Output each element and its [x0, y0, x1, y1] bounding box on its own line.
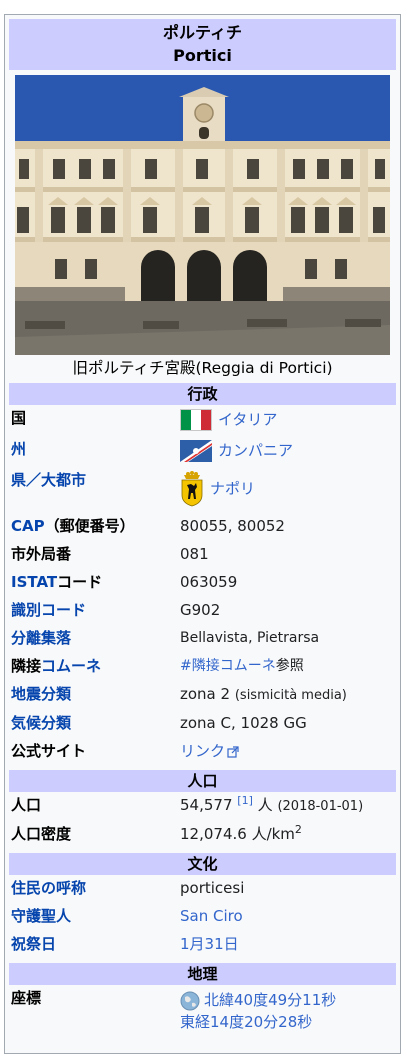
patron-label-link[interactable]: 守護聖人: [11, 907, 71, 925]
region-link[interactable]: カンパニア: [218, 442, 293, 460]
climate-value: zona C, 1028 GG: [180, 714, 307, 732]
section-header-population: 人口: [9, 770, 396, 792]
row-feast-day: 祝祭日 1月31日: [9, 931, 396, 959]
reggia-di-portici-photo[interactable]: [15, 75, 390, 355]
coordinates-latitude-link[interactable]: 北緯40度49分11秒: [204, 991, 336, 1009]
istat-value: 063059: [180, 573, 238, 591]
coordinates-label: 座標: [11, 989, 42, 1007]
row-country: 国 イタリア: [9, 405, 396, 436]
row-website: 公式サイト リンク: [9, 738, 396, 766]
external-link-icon: [227, 745, 239, 758]
globe-icon[interactable]: [180, 991, 200, 1011]
row-cap: CAP（郵便番号） 80055, 80052: [9, 513, 396, 541]
id-code-label-link[interactable]: 識別コード: [11, 601, 86, 619]
density-value: 12,074.6 人/km: [180, 825, 295, 843]
cap-label-link[interactable]: CAP: [11, 517, 45, 535]
row-phone-code: 市外局番 081: [9, 541, 396, 569]
istat-label-rest: コード: [57, 573, 103, 591]
istat-label-link[interactable]: ISTAT: [11, 573, 57, 591]
title-japanese: ポルティチ: [162, 23, 243, 42]
section-header-admin: 行政: [9, 383, 396, 405]
row-density: 人口密度 12,074.6 人/km2: [9, 821, 396, 849]
feast-day-link[interactable]: 1月31日: [180, 935, 239, 953]
coordinates-longitude-link[interactable]: 東経14度20分28秒: [180, 1013, 312, 1031]
row-climate: 気候分類 zona C, 1028 GG: [9, 710, 396, 738]
feast-day-label-link[interactable]: 祝祭日: [11, 935, 56, 953]
website-link[interactable]: リンク: [180, 742, 225, 760]
row-adjacent: 隣接コムーネ #隣接コムーネ参照: [9, 653, 396, 681]
adjacent-label-link[interactable]: コムーネ: [41, 657, 101, 675]
demonym-label-link[interactable]: 住民の呼称: [11, 879, 86, 897]
population-value: 54,577: [180, 796, 233, 814]
row-id-code: 識別コード G902: [9, 597, 396, 625]
adjacent-anchor-link[interactable]: #隣接コムーネ: [180, 658, 276, 674]
density-exponent: 2: [294, 823, 302, 836]
seismic-label-link[interactable]: 地震分類: [11, 685, 71, 703]
row-frazioni: 分離集落 Bellavista, Pietrarsa: [9, 625, 396, 653]
population-label: 人口: [11, 796, 42, 814]
italy-flag-icon[interactable]: [180, 409, 212, 431]
region-label-link[interactable]: 州: [11, 440, 26, 458]
population-date: (2018-01-01): [277, 799, 364, 814]
country-label: 国: [11, 409, 27, 427]
phone-code-value: 081: [180, 545, 209, 563]
cap-label-rest: （郵便番号）: [44, 517, 135, 535]
seismic-value: zona 2: [180, 685, 231, 703]
climate-label-link[interactable]: 気候分類: [11, 714, 71, 732]
row-region: 州 カンパニア: [9, 436, 396, 467]
demonym-value: porticesi: [180, 879, 245, 897]
density-label: 人口密度: [11, 825, 72, 843]
id-code-value: G902: [180, 601, 221, 619]
frazioni-label-link[interactable]: 分離集落: [11, 629, 71, 647]
row-province: 県／大都市 ナポリ: [9, 467, 396, 513]
website-label: 公式サイト: [11, 742, 87, 760]
row-demonym: 住民の呼称 porticesi: [9, 875, 396, 903]
country-link[interactable]: イタリア: [218, 411, 277, 429]
patron-link[interactable]: San Ciro: [180, 907, 243, 925]
infobox: ポルティチ Portici 旧ポルティチ宮殿(Reggia di Portici…: [4, 14, 401, 1054]
infobox-title: ポルティチ Portici: [9, 19, 396, 70]
section-header-culture: 文化: [9, 853, 396, 875]
cap-value: 80055, 80052: [180, 517, 285, 535]
seismic-note: (sismicità media): [234, 688, 347, 703]
province-label-link[interactable]: 県／大都市: [11, 471, 86, 489]
province-link[interactable]: ナポリ: [210, 480, 255, 498]
row-patron: 守護聖人 San Ciro: [9, 903, 396, 931]
population-reference-link[interactable]: [1]: [237, 794, 253, 807]
row-seismic: 地震分類 zona 2 (sismicità media): [9, 681, 396, 710]
photo-caption: 旧ポルティチ宮殿(Reggia di Portici): [72, 359, 333, 377]
adjacent-value-suffix: 参照: [275, 658, 304, 674]
population-unit: 人: [257, 796, 273, 814]
campania-flag-icon[interactable]: [180, 440, 212, 462]
naples-coat-of-arms-icon[interactable]: [180, 471, 204, 507]
row-population: 人口 54,577 [1] 人 (2018-01-01): [9, 792, 396, 821]
section-header-geography: 地理: [9, 963, 396, 985]
title-italian: Portici: [173, 46, 232, 65]
row-coordinates: 座標 北緯40度49分11秒 東経14度20分28秒: [9, 985, 396, 1038]
frazioni-value: Bellavista, Pietrarsa: [180, 630, 320, 646]
adjacent-label-plain: 隣接: [11, 657, 42, 675]
row-istat: ISTATコード 063059: [9, 569, 396, 597]
phone-code-label: 市外局番: [11, 545, 72, 563]
